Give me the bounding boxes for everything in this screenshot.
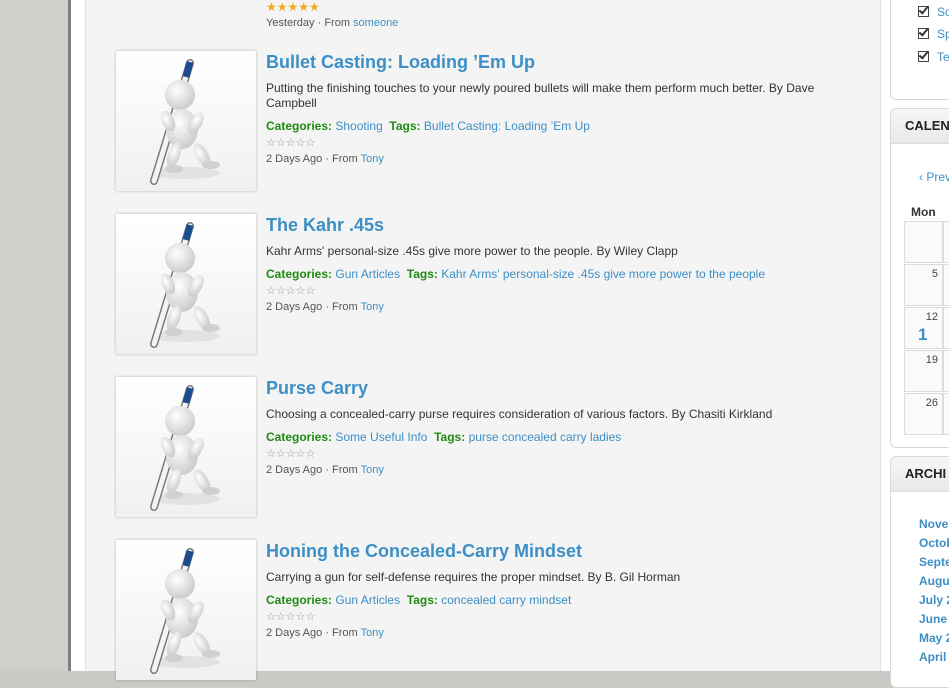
rating-stars[interactable]: ★★★★★ [266, 1, 320, 13]
rating-stars[interactable]: ☆☆☆☆☆ [266, 612, 315, 623]
post-time: 2 Days Ago [266, 153, 323, 165]
archive-link[interactable]: April [919, 650, 946, 664]
tags-label: Tags: [406, 267, 438, 281]
post-title-link[interactable]: Honing the Concealed-Carry Mindset [266, 541, 582, 562]
category-checkbox-2[interactable]: Sp [918, 27, 949, 41]
calendar-cell [943, 307, 949, 349]
tags-label: Tags: [406, 593, 438, 607]
category-link[interactable]: Gun Articles [335, 267, 400, 281]
outer-background [0, 0, 68, 671]
calendar-cell [943, 350, 949, 392]
archive-link[interactable]: Augu [919, 574, 949, 588]
calendar-prev-link[interactable]: ‹ Prev [919, 170, 949, 184]
tag-link[interactable]: Bullet Casting: Loading ’Em Up [424, 119, 590, 133]
post-time: 2 Days Ago [266, 627, 323, 639]
archive-link[interactable]: June [919, 612, 947, 626]
archive-link[interactable]: May 2 [919, 631, 949, 645]
categories-label: Categories: [266, 593, 333, 607]
author-link[interactable]: Tony [361, 464, 384, 476]
checkbox-icon[interactable] [918, 28, 929, 39]
from-label: From [332, 464, 358, 476]
post-thumbnail[interactable] [116, 377, 256, 517]
category-link[interactable]: Gun Articles [335, 593, 400, 607]
calendar-day-header: Mon [911, 205, 936, 219]
author-link[interactable]: someone [353, 17, 398, 29]
calendar-post-count[interactable]: 1 [918, 325, 927, 345]
archive-link[interactable]: Nover [919, 517, 949, 531]
rating-stars[interactable]: ☆☆☆☆☆ [266, 449, 315, 460]
archive-link[interactable]: July 2 [919, 593, 949, 607]
post-taxonomy: Categories: Gun Articles Tags: concealed… [266, 593, 571, 607]
calendar-day: 5 [931, 268, 938, 280]
post-taxonomy: Categories: Some Useful Info Tags: purse… [266, 430, 621, 444]
calendar-title: CALEN [891, 109, 949, 144]
rating-stars[interactable]: ☆☆☆☆☆ [266, 138, 315, 149]
post-taxonomy: Categories: Gun Articles Tags: Kahr Arms… [266, 267, 765, 281]
calendar-day: 19 [925, 354, 938, 366]
post-meta: 2 Days Ago · From Tony [266, 153, 384, 165]
from-label: From [332, 301, 358, 313]
author-link[interactable]: Tony [361, 153, 384, 165]
tag-link[interactable]: concealed carry mindset [441, 593, 571, 607]
post-item: The Kahr .45s Kahr Arms' personal-size .4… [116, 214, 856, 354]
post-excerpt: Carrying a gun for self-defense requires… [266, 570, 681, 584]
calendar-cell: 19 [904, 350, 943, 392]
post-title-link[interactable]: Bullet Casting: Loading ’Em Up [266, 52, 535, 73]
category-checkbox-3[interactable]: Te [918, 50, 949, 64]
calendar-cell [943, 264, 949, 306]
archive-link[interactable]: Octob [919, 536, 949, 550]
categories-label: Categories: [266, 119, 333, 133]
categories-label: Categories: [266, 267, 333, 281]
tags-label: Tags: [434, 430, 466, 444]
post-excerpt: Putting the finishing touches to your ne… [266, 81, 815, 110]
post-thumbnail[interactable] [116, 51, 256, 191]
calendar-day: 12 [925, 311, 938, 323]
category-link[interactable]: Shooting [335, 119, 382, 133]
post-time: 2 Days Ago [266, 301, 323, 313]
checkbox-icon[interactable] [918, 51, 929, 62]
post-item: Bullet Casting: Loading ’Em Up Putting th… [116, 51, 856, 191]
post-title-link[interactable]: The Kahr .45s [266, 215, 384, 236]
post-time: 2 Days Ago [266, 464, 323, 476]
post-meta: 2 Days Ago · From Tony [266, 627, 384, 639]
rating-stars[interactable]: ☆☆☆☆☆ [266, 286, 315, 297]
tags-label: Tags: [389, 119, 421, 133]
calendar-day: 26 [925, 397, 938, 409]
post-thumbnail[interactable] [116, 214, 256, 354]
calendar-cell: 5 [904, 264, 943, 306]
post-excerpt: Choosing a concealed-carry purse require… [266, 407, 773, 421]
author-link[interactable]: Tony [361, 301, 384, 313]
calendar-cell: 12 1 [904, 307, 943, 349]
post-meta: 2 Days Ago · From Tony [266, 464, 384, 476]
category-link[interactable]: Some Useful Info [335, 430, 427, 444]
post-meta: Yesterday · From someone [266, 17, 399, 29]
tag-link[interactable]: Kahr Arms' personal-size .45s give more … [441, 267, 765, 281]
categories-label: Categories: [266, 430, 333, 444]
post-taxonomy: Categories: Shooting Tags: Bullet Castin… [266, 119, 590, 133]
from-label: From [324, 17, 350, 29]
checkbox-icon[interactable] [918, 6, 929, 17]
archive-link[interactable]: Septe [919, 555, 949, 569]
tag-link[interactable]: purse concealed carry ladies [469, 430, 622, 444]
post-excerpt: Kahr Arms' personal-size .45s give more … [266, 244, 678, 258]
from-label: From [332, 153, 358, 165]
calendar-cell [904, 221, 943, 263]
post-item: Honing the Concealed-Carry Mindset Carryi… [116, 540, 856, 680]
post-thumbnail[interactable] [116, 540, 256, 680]
post-item: Purse Carry Choosing a concealed-carry pu… [116, 377, 856, 517]
archives-title: ARCHI [891, 457, 949, 492]
from-label: From [332, 627, 358, 639]
calendar-cell [943, 393, 949, 435]
post-meta: 2 Days Ago · From Tony [266, 301, 384, 313]
calendar-cell: 26 [904, 393, 943, 435]
post-time: Yesterday [266, 17, 315, 29]
calendar-cell [943, 221, 949, 263]
category-checkbox-1[interactable]: So [918, 5, 949, 19]
author-link[interactable]: Tony [361, 627, 384, 639]
post-title-link[interactable]: Purse Carry [266, 378, 368, 399]
